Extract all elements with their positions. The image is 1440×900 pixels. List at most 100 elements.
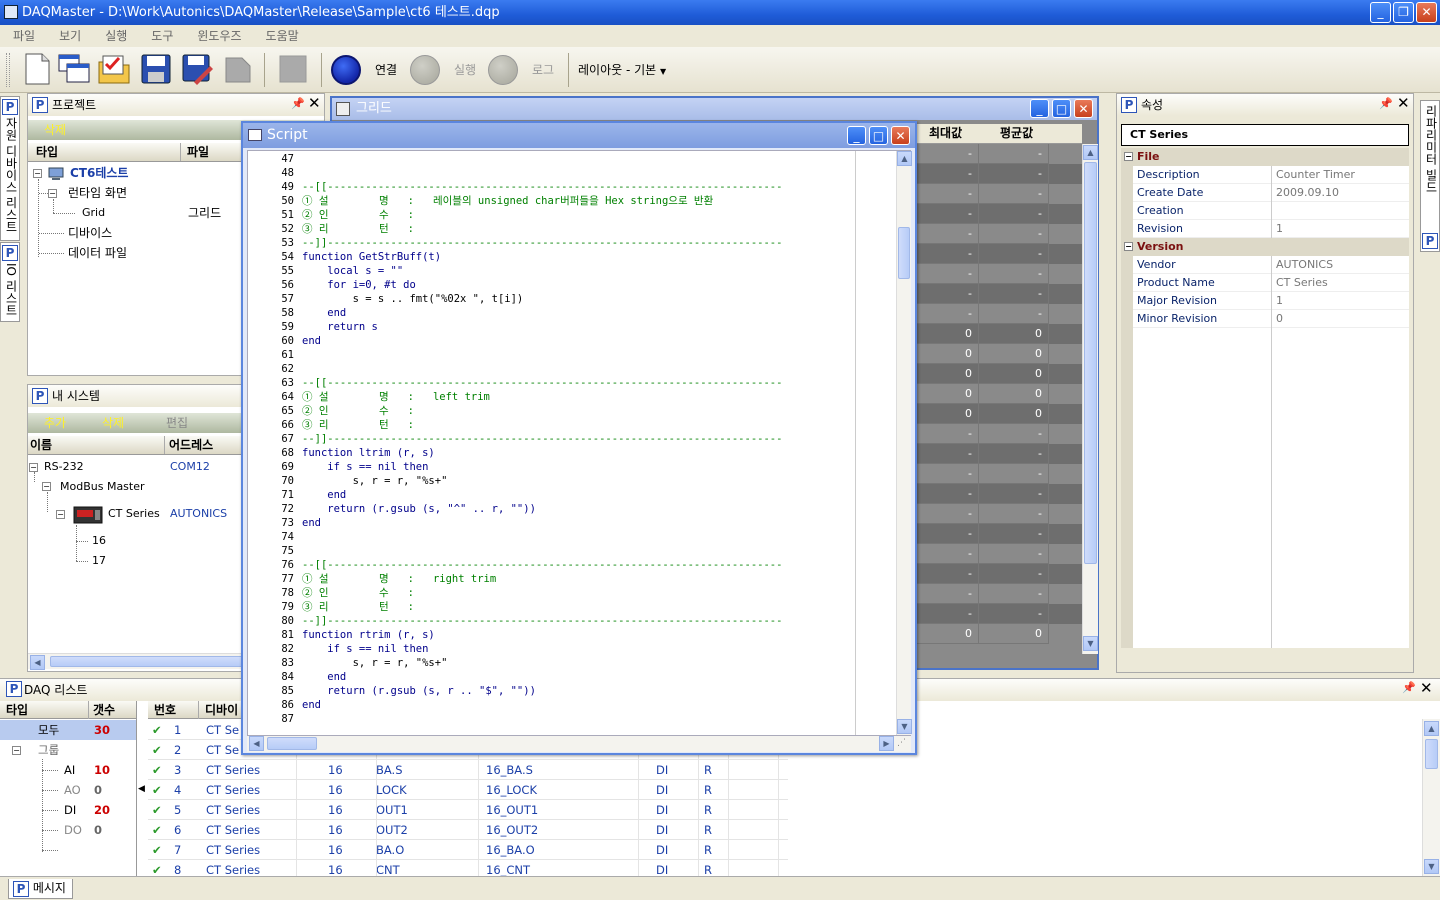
stop-icon-disabled[interactable]: [276, 52, 310, 86]
message-tab[interactable]: P 메시지: [8, 879, 73, 899]
grid-cell-max[interactable]: 0: [917, 324, 979, 344]
menu-windows[interactable]: 윈도우즈: [184, 25, 252, 47]
grid-row[interactable]: --: [917, 604, 1082, 624]
grid-cell-max[interactable]: -: [917, 184, 979, 204]
property-row[interactable]: Revision 1: [1121, 220, 1409, 238]
code-line[interactable]: 52 ③ 리 턴 :: [248, 222, 888, 236]
grid-row[interactable]: --: [917, 204, 1082, 224]
grid-row[interactable]: --: [917, 264, 1082, 284]
my-system-delete-button[interactable]: 삭제: [102, 413, 124, 433]
grid-row[interactable]: --: [917, 444, 1082, 464]
grid-row[interactable]: --: [917, 504, 1082, 524]
tree-item-grid[interactable]: Grid: [82, 203, 105, 223]
grid-cell-avg[interactable]: -: [979, 484, 1049, 504]
daq-table-row[interactable]: ✔ 6 CT Series 16 OUT2 16_OUT2 DI R: [148, 820, 788, 840]
grid-row[interactable]: --: [917, 564, 1082, 584]
code-line[interactable]: 49 --[[----------------------------------…: [248, 180, 888, 194]
save-icon[interactable]: [139, 52, 173, 86]
windows-icon[interactable]: [57, 52, 91, 86]
scroll-left-icon[interactable]: ◀: [30, 655, 45, 670]
grid-cell-max[interactable]: -: [917, 284, 979, 304]
property-row[interactable]: Product Name CT Series: [1121, 274, 1409, 292]
splitter-arrow-icon[interactable]: ◀: [138, 784, 145, 794]
code-line[interactable]: 64 ① 설 명 : left trim: [248, 390, 888, 404]
code-line[interactable]: 80 --]]----------------------------------…: [248, 614, 888, 628]
grid-cell-avg[interactable]: -: [979, 244, 1049, 264]
grid-close-button[interactable]: ✕: [1074, 99, 1093, 118]
minimize-button[interactable]: _: [1370, 2, 1391, 23]
daq-group-do[interactable]: DO 0: [64, 820, 102, 840]
grid-row[interactable]: --: [917, 544, 1082, 564]
tree-collapse-icon[interactable]: −: [29, 463, 38, 472]
menu-view[interactable]: 보기: [46, 25, 92, 47]
daq-table-row[interactable]: ✔ 8 CT Series 16 CNT 16_CNT DI R: [148, 860, 788, 877]
script-maximize-button[interactable]: □: [869, 126, 888, 145]
grid-cell-avg[interactable]: -: [979, 464, 1049, 484]
script-vertical-scrollbar[interactable]: ▲ ▼: [896, 151, 912, 735]
checkmark-icon[interactable]: ✔: [152, 760, 162, 780]
col-max[interactable]: 최대값: [929, 124, 962, 142]
scroll-thumb[interactable]: [267, 737, 317, 750]
scroll-up-icon[interactable]: ▲: [1424, 721, 1439, 736]
grid-cell-max[interactable]: 0: [917, 624, 979, 644]
col-group-type[interactable]: 타입: [6, 701, 28, 719]
tree-item-rs232[interactable]: RS-232: [44, 457, 84, 477]
tree-collapse-icon[interactable]: −: [12, 746, 21, 755]
property-row[interactable]: Minor Revision 0: [1121, 310, 1409, 328]
grid-cell-max[interactable]: -: [917, 224, 979, 244]
daq-group-ao[interactable]: AO 0: [64, 780, 102, 800]
scroll-thumb[interactable]: [1425, 739, 1438, 769]
tree-collapse-icon[interactable]: −: [42, 482, 51, 491]
code-line[interactable]: 78 ② 인 수 :: [248, 586, 888, 600]
scroll-thumb[interactable]: [898, 227, 910, 279]
checkmark-icon[interactable]: ✔: [152, 840, 162, 860]
grid-cell-max[interactable]: -: [917, 604, 979, 624]
grid-cell-avg[interactable]: -: [979, 544, 1049, 564]
code-line[interactable]: 53 --]]----------------------------------…: [248, 236, 888, 250]
col-name[interactable]: 이름: [30, 436, 52, 454]
daq-group-all[interactable]: 모두 30: [0, 720, 136, 740]
grid-row[interactable]: --: [917, 284, 1082, 304]
script-editor[interactable]: 47 48 49 --[[------------------------------…: [247, 150, 912, 736]
grid-row[interactable]: --: [917, 224, 1082, 244]
grid-cell-max[interactable]: -: [917, 424, 979, 444]
pin-icon[interactable]: 📌: [1402, 681, 1416, 694]
tree-item-datafile[interactable]: 데이터 파일: [68, 243, 127, 263]
grid-cell-avg[interactable]: 0: [979, 624, 1049, 644]
code-line[interactable]: 47: [248, 152, 888, 166]
open-checklist-icon[interactable]: [97, 52, 131, 86]
grid-row[interactable]: --: [917, 584, 1082, 604]
grid-cell-max[interactable]: 0: [917, 384, 979, 404]
grid-cell-avg[interactable]: -: [979, 424, 1049, 444]
tree-item-ct-series[interactable]: CT Series: [108, 504, 160, 524]
code-line[interactable]: 73 end: [248, 516, 888, 530]
scroll-thumb[interactable]: [1084, 162, 1097, 564]
grid-cell-avg[interactable]: 0: [979, 344, 1049, 364]
code-line[interactable]: 85 return (r.gsub (s, r .. "$", "")): [248, 684, 888, 698]
tree-collapse-icon[interactable]: −: [56, 510, 65, 519]
grid-cell-max[interactable]: -: [917, 584, 979, 604]
property-value[interactable]: 0: [1271, 310, 1409, 328]
device-icon-disabled[interactable]: [221, 52, 255, 86]
property-value[interactable]: 2009.09.10: [1271, 184, 1409, 202]
tree-collapse-icon[interactable]: −: [48, 189, 57, 198]
grid-cell-avg[interactable]: 0: [979, 324, 1049, 344]
new-file-icon[interactable]: [20, 52, 54, 86]
grid-row[interactable]: 00: [917, 344, 1082, 364]
property-row[interactable]: Create Date 2009.09.10: [1121, 184, 1409, 202]
grid-cell-avg[interactable]: -: [979, 304, 1049, 324]
daq-table-row[interactable]: ✔ 4 CT Series 16 LOCK 16_LOCK DI R: [148, 780, 788, 800]
script-code[interactable]: 47 48 49 --[[------------------------------…: [248, 152, 888, 734]
grid-vertical-scrollbar[interactable]: ▲ ▼: [1082, 144, 1098, 654]
code-line[interactable]: 87: [248, 712, 888, 726]
my-system-add-button[interactable]: 추가: [44, 413, 66, 433]
grid-cell-avg[interactable]: 0: [979, 384, 1049, 404]
run-label[interactable]: 실행: [454, 47, 476, 93]
log-label[interactable]: 로그: [532, 47, 554, 93]
property-row[interactable]: Description Counter Timer: [1121, 166, 1409, 184]
grid-cell-avg[interactable]: -: [979, 504, 1049, 524]
grid-row[interactable]: --: [917, 244, 1082, 264]
grid-cell-avg[interactable]: -: [979, 604, 1049, 624]
tree-item-modbus[interactable]: ModBus Master: [60, 477, 145, 497]
property-row[interactable]: Major Revision 1: [1121, 292, 1409, 310]
